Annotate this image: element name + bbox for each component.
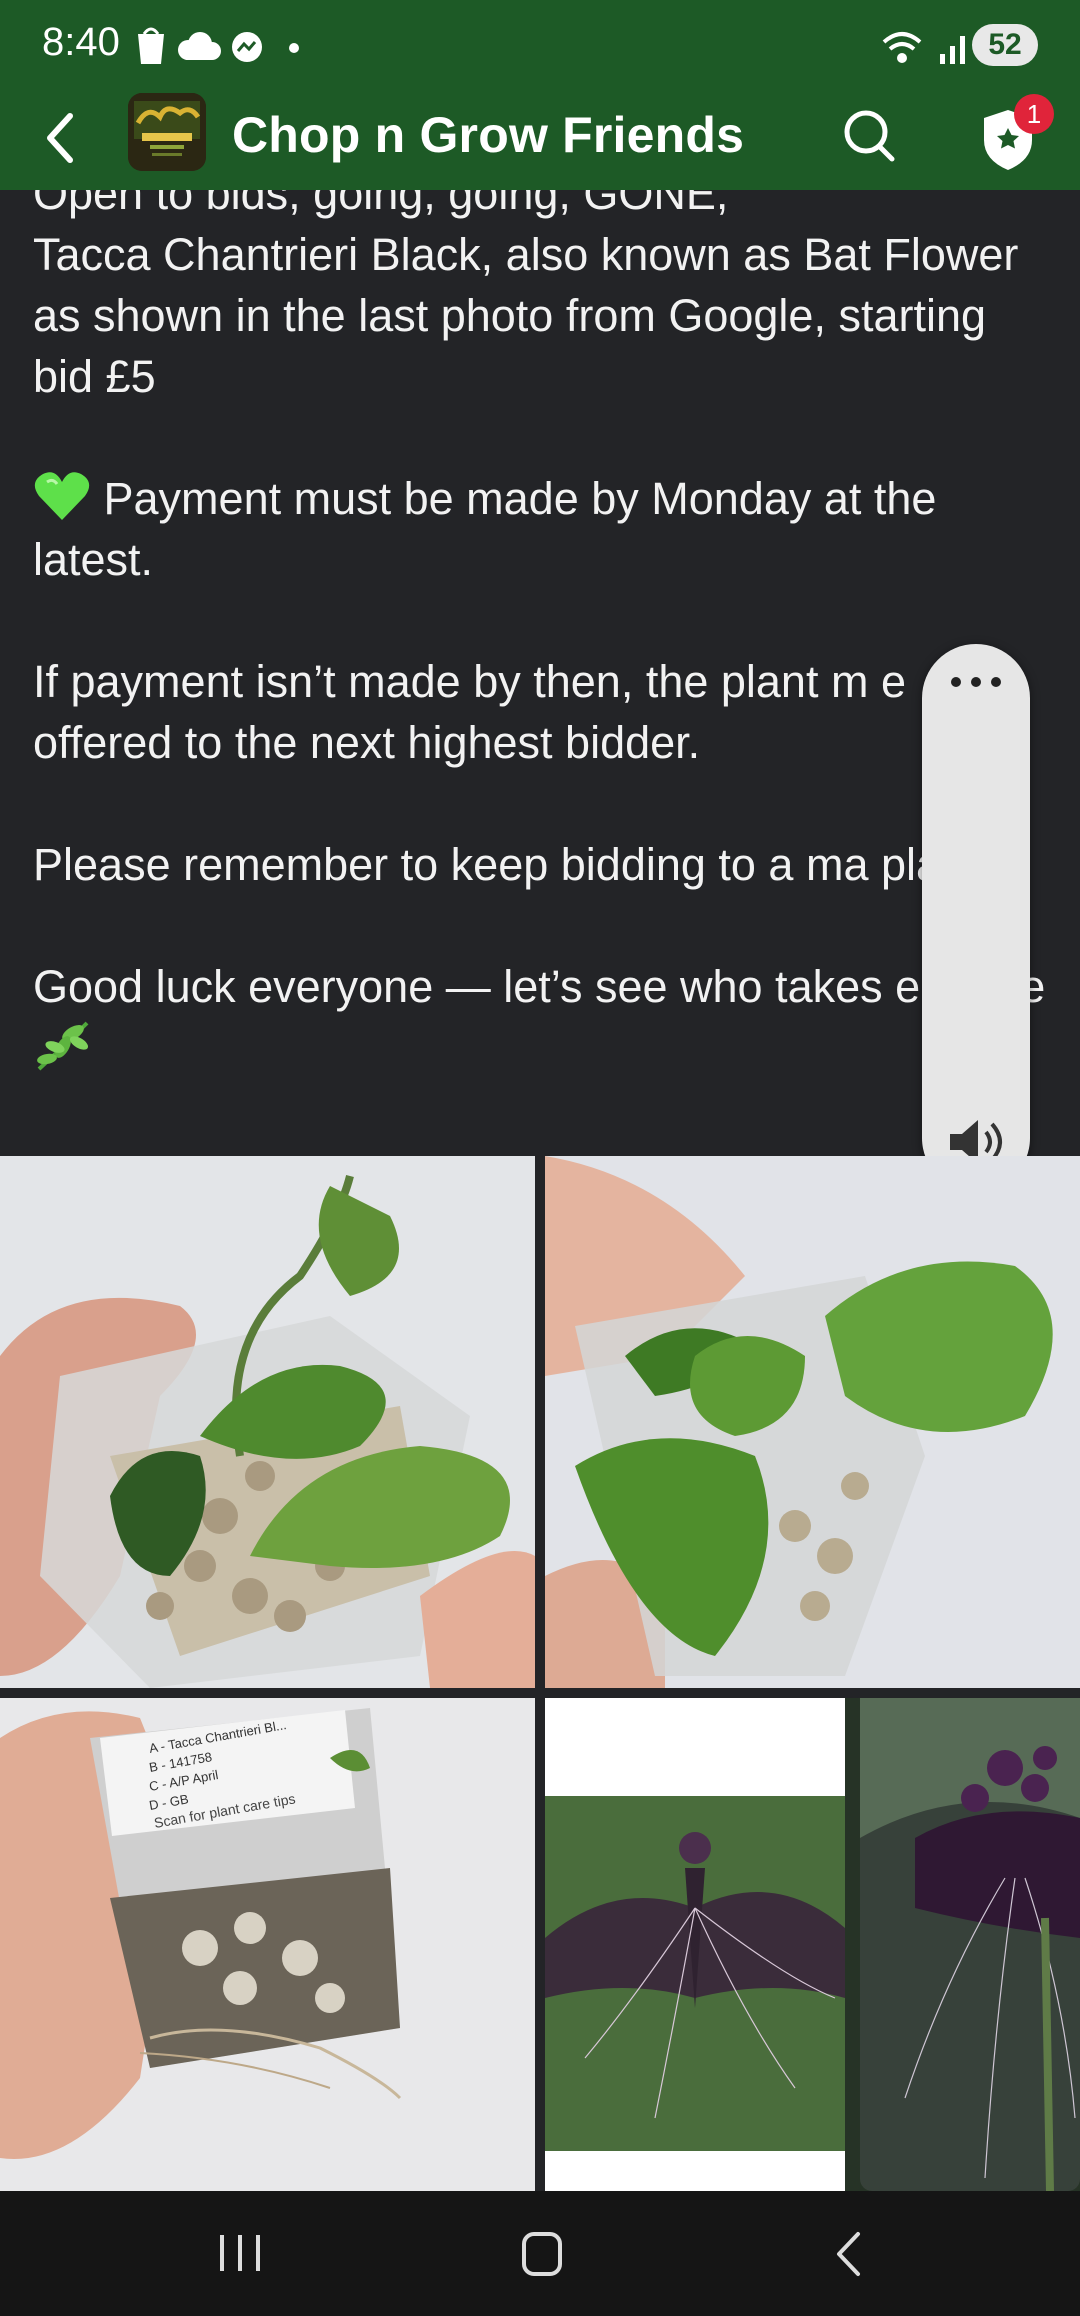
group-logo-icon bbox=[128, 93, 206, 171]
post-line-goodluck: Good luck everyone — let’s see who takes… bbox=[33, 956, 1053, 1078]
floating-media-panel[interactable] bbox=[922, 644, 1030, 1192]
group-title[interactable]: Chop n Grow Friends bbox=[232, 106, 744, 164]
system-nav-bar bbox=[0, 2191, 1080, 2316]
wifi-signal-icons bbox=[882, 32, 965, 64]
app-header: Chop n Grow Friends 1 bbox=[0, 88, 1080, 190]
group-avatar[interactable] bbox=[128, 93, 206, 171]
signal-icon bbox=[940, 36, 965, 64]
photo-3[interactable]: A - Tacca Chantrieri Bl... B - 141758 C … bbox=[0, 1698, 535, 2191]
back-nav-icon[interactable] bbox=[834, 2231, 862, 2277]
home-icon[interactable] bbox=[521, 2231, 563, 2277]
plant-photo-2 bbox=[545, 1156, 1080, 1688]
post-line-intro: Open to bids, going, going, GONE, bbox=[33, 190, 729, 219]
post-line-description: Tacca Chantrieri Black, also known as Ba… bbox=[33, 229, 1019, 402]
messenger-icon bbox=[232, 32, 262, 62]
wifi-icon bbox=[882, 32, 922, 63]
post-line-bidding: Please remember to keep bidding to a ma … bbox=[33, 839, 1014, 890]
recent-apps-icon[interactable] bbox=[218, 2233, 264, 2273]
photo-4[interactable] bbox=[545, 1698, 1080, 2191]
back-arrow-icon[interactable] bbox=[40, 108, 80, 168]
photo-1[interactable] bbox=[0, 1156, 535, 1688]
post-body: Open to bids, going, going, GONE, Tacca … bbox=[0, 190, 1080, 1156]
search-icon[interactable] bbox=[842, 106, 898, 166]
green-heart-icon bbox=[33, 470, 91, 522]
post-line-payment: Payment must be made by Monday at the la… bbox=[33, 468, 1053, 590]
photo-2[interactable] bbox=[545, 1156, 1080, 1688]
battery-indicator: 52 bbox=[972, 24, 1038, 66]
more-dot-icon bbox=[289, 43, 299, 53]
post-line-deadline: If payment isn’t made by then, the plant… bbox=[33, 656, 906, 768]
more-options-icon[interactable] bbox=[948, 674, 1004, 690]
photo-gallery: A - Tacca Chantrieri Bl... B - 141758 C … bbox=[0, 1156, 1080, 2191]
status-time: 8:40 bbox=[42, 20, 120, 64]
status-bar: 8:40 52 bbox=[0, 0, 1080, 88]
bat-flower-photos bbox=[545, 1698, 1080, 2191]
herb-icon bbox=[33, 1017, 93, 1073]
notification-badge: 1 bbox=[1014, 94, 1054, 134]
pot-label-photo: A - Tacca Chantrieri Bl... B - 141758 C … bbox=[0, 1698, 535, 2191]
post-text: Open to bids, going, going, GONE, Tacca … bbox=[33, 190, 1053, 1078]
cloud-icon bbox=[178, 32, 221, 60]
notification-icons bbox=[138, 27, 299, 64]
plant-photo-1 bbox=[0, 1156, 535, 1688]
shop-bag-icon bbox=[138, 27, 164, 64]
